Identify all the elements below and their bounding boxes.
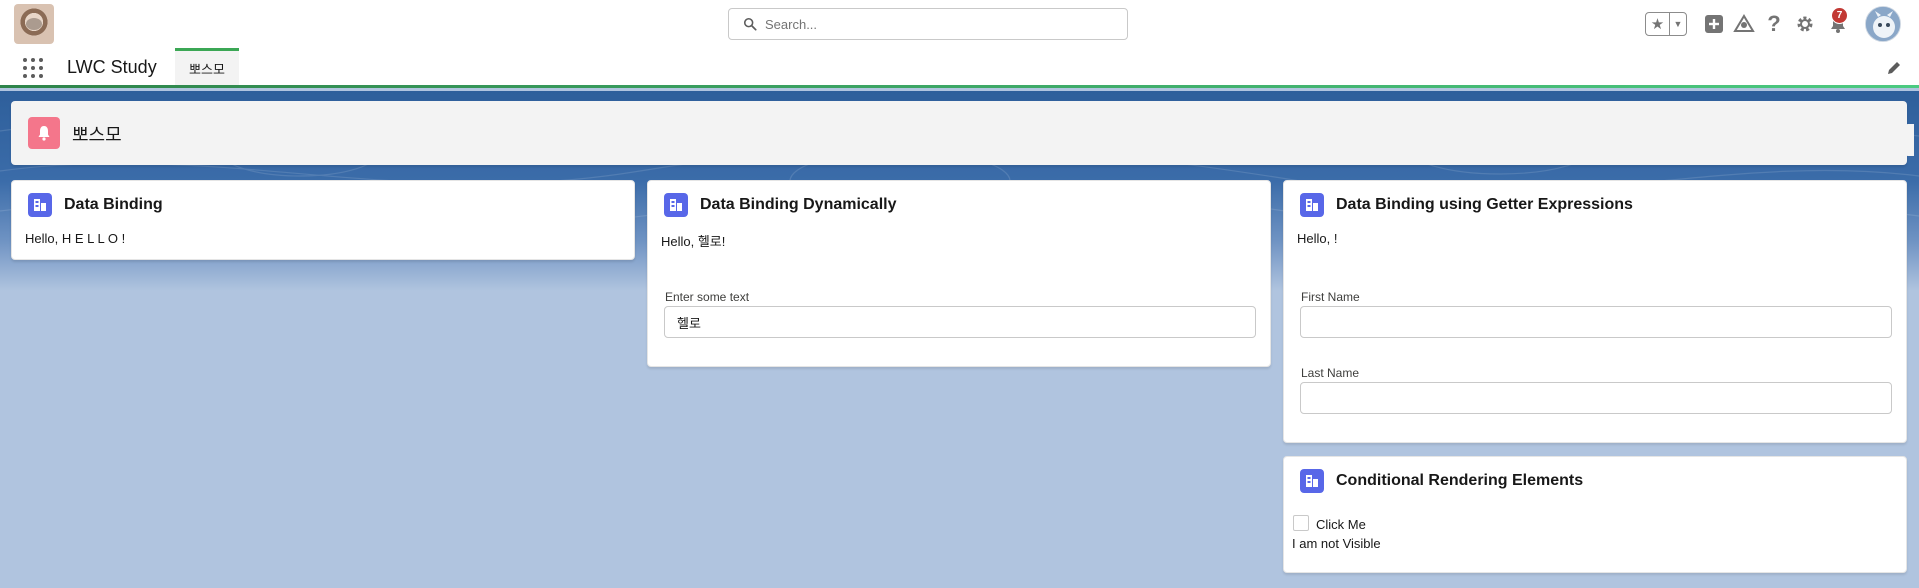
trailhead-icon[interactable] (1732, 12, 1756, 36)
page-title: 뽀스모 (72, 125, 122, 145)
search-icon (743, 17, 757, 31)
setup-gear-icon[interactable] (1793, 12, 1817, 36)
help-icon[interactable]: ? (1762, 11, 1786, 36)
custom-component-icon (28, 193, 52, 217)
favorites-dropdown-icon[interactable]: ▼ (1670, 13, 1686, 35)
greeting-text: Hello, 헬로! (661, 234, 726, 249)
edit-nav-pencil-icon[interactable] (1886, 60, 1902, 76)
tab-main[interactable]: 뽀스모 (175, 48, 239, 85)
card-title: Data Binding Dynamically (700, 196, 897, 213)
search-input[interactable] (765, 16, 1105, 32)
text-input[interactable] (664, 306, 1256, 338)
global-search[interactable] (728, 8, 1128, 40)
global-actions-icon[interactable] (1702, 12, 1726, 36)
app-navigation-bar: LWC Study 뽀스모 (0, 48, 1919, 88)
side-panel-toggle[interactable] (1904, 124, 1914, 156)
user-avatar[interactable] (1865, 6, 1901, 42)
card-getter-expressions: Data Binding using Getter Expressions He… (1283, 180, 1907, 443)
card-title: Data Binding using Getter Expressions (1336, 196, 1633, 213)
card-title: Data Binding (64, 196, 163, 213)
text-input-label: Enter some text (665, 290, 750, 304)
page-header: 뽀스모 (11, 101, 1907, 165)
checkbox-label[interactable]: Click Me (1316, 517, 1366, 532)
notification-badge: 7 (1831, 7, 1848, 24)
app-launcher-icon[interactable] (22, 57, 44, 79)
custom-component-icon (664, 193, 688, 217)
first-name-field[interactable] (1300, 306, 1892, 338)
card-title: Conditional Rendering Elements (1336, 472, 1584, 489)
visibility-text: I am not Visible (1292, 536, 1381, 551)
card-data-binding: Data Binding Hello, H E L L O ! (11, 180, 635, 260)
click-me-checkbox[interactable] (1293, 515, 1309, 531)
app-name: LWC Study (67, 57, 157, 77)
custom-component-icon (1300, 193, 1324, 217)
org-logo[interactable] (14, 4, 54, 44)
custom-component-icon (1300, 469, 1324, 493)
favorites-group: ★ ▼ (1645, 12, 1687, 36)
bell-icon (28, 117, 60, 149)
last-name-field[interactable] (1300, 382, 1892, 414)
greeting-text: Hello, ! (1297, 231, 1338, 246)
first-name-label: First Name (1301, 290, 1360, 304)
global-header: ★ ▼ ? 7 (0, 0, 1919, 48)
last-name-label: Last Name (1301, 366, 1360, 380)
card-data-binding-dynamic: Data Binding Dynamically Hello, 헬로! Ente… (647, 180, 1271, 367)
greeting-text: Hello, H E L L O ! (25, 231, 126, 246)
favorites-star-icon[interactable]: ★ (1646, 13, 1670, 35)
card-conditional-rendering: Conditional Rendering Elements Click Me … (1283, 456, 1907, 573)
